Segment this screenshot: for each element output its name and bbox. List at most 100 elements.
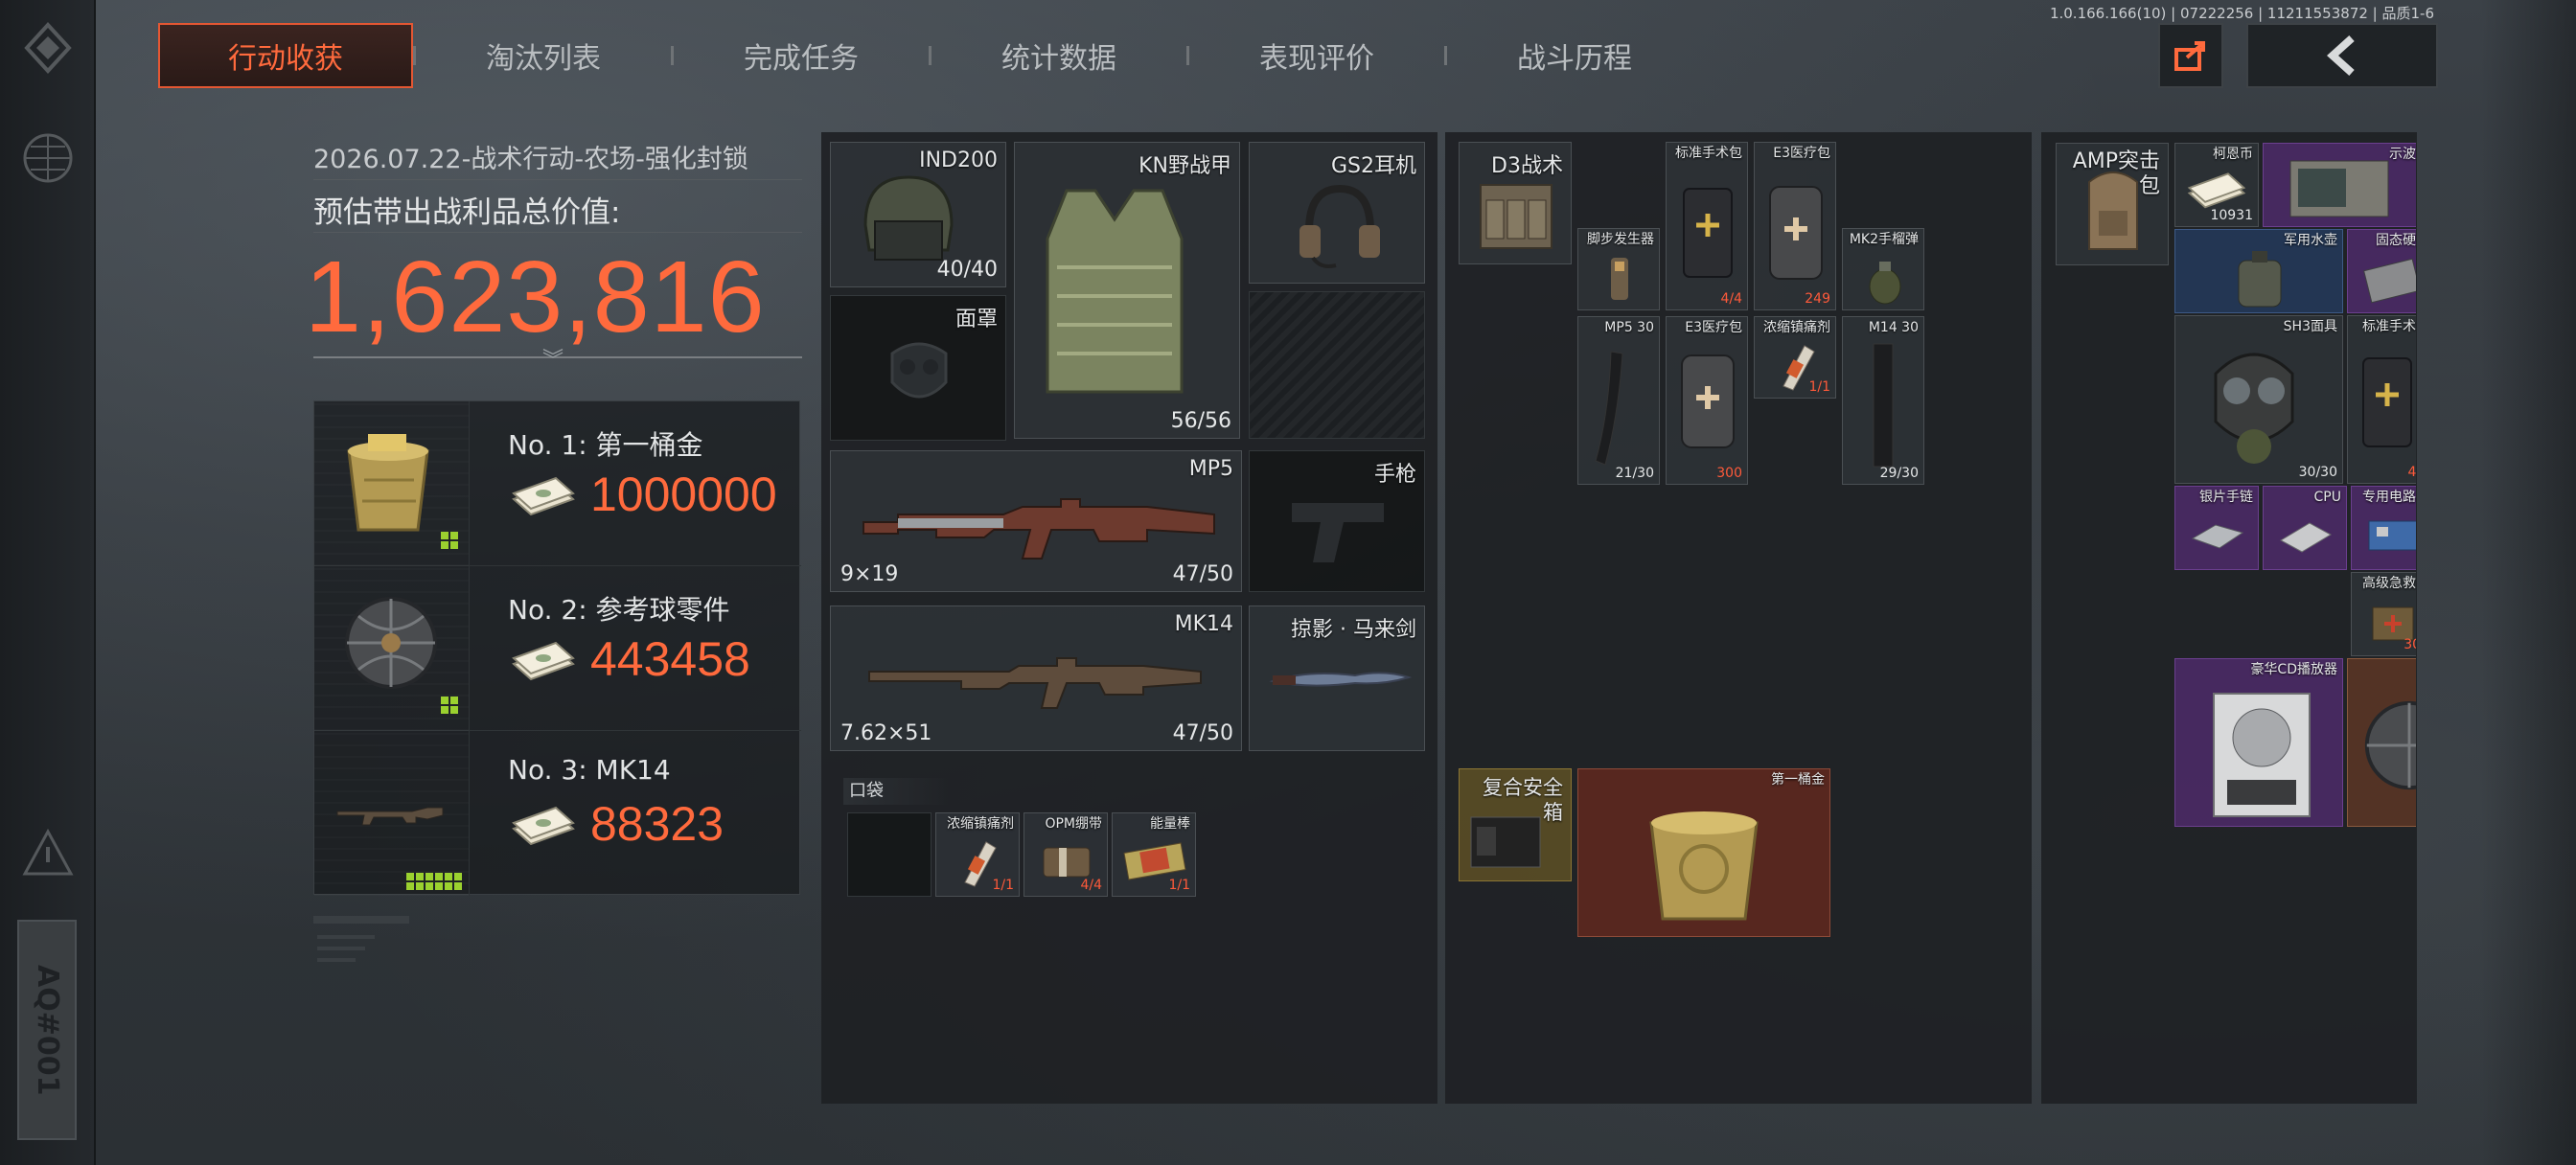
top-item-row[interactable]: No. 2: 参考球零件 443458 xyxy=(314,566,801,731)
slot-name: AMP突击包 xyxy=(2072,149,2160,198)
canteen-icon xyxy=(2238,251,2282,308)
item-name: MK2手榴弹 xyxy=(1849,232,1919,247)
backpack-item[interactable]: 军用水壶 xyxy=(2174,229,2343,313)
item-name: 银片手链 xyxy=(2199,490,2253,505)
rig-item[interactable]: 浓缩镇痛剂 1/1 xyxy=(1754,316,1836,399)
slot-durability: 40/40 xyxy=(936,258,998,282)
top-item-price: 88323 xyxy=(590,797,724,851)
backpack-slot[interactable]: AMP突击包 xyxy=(2056,143,2169,265)
energy-bar-icon xyxy=(1123,842,1186,880)
ssd-icon xyxy=(2363,258,2416,304)
tab-completed-tasks[interactable]: 完成任务 xyxy=(674,23,929,88)
top-item-name: No. 1: 第一桶金 xyxy=(508,429,703,461)
helmet-slot[interactable]: IND200 40/40 xyxy=(830,142,1006,287)
backpack-item[interactable]: 标准手术包 4/4 xyxy=(2347,315,2416,484)
rig-item[interactable]: E3医疗包 249 xyxy=(1754,142,1836,310)
size-grid xyxy=(441,532,458,549)
pocket-slot-empty[interactable] xyxy=(847,812,932,897)
item-name: 第一桶金 xyxy=(1771,772,1825,788)
right-shade xyxy=(2480,0,2576,1165)
backpack-item[interactable]: 示波器 xyxy=(2263,143,2416,227)
rig-item[interactable]: 脚步发生器 xyxy=(1577,228,1660,310)
gas-mask-outline-icon xyxy=(890,342,948,399)
backpack-item[interactable]: 豪华CD播放器 xyxy=(2174,658,2343,827)
item-count: 1/1 xyxy=(1168,878,1190,893)
primary-weapon-slot[interactable]: MP5 9×19 47/50 xyxy=(830,450,1242,592)
tab-statistics[interactable]: 统计数据 xyxy=(932,23,1186,88)
item-count: 30/30 xyxy=(2298,465,2337,480)
item-name: 豪华CD播放器 xyxy=(2250,662,2337,677)
rig-item[interactable]: M14 30 29/30 xyxy=(1842,316,1924,485)
rig-item[interactable]: 标准手术包 4/4 xyxy=(1666,142,1748,310)
oscilloscope-icon xyxy=(2289,160,2389,217)
backpack-item[interactable]: 固态硬盘 xyxy=(2347,229,2416,313)
backpack-item[interactable] xyxy=(2347,658,2416,827)
pocket-label: 口袋 xyxy=(843,778,949,805)
item-name: 能量棒 xyxy=(1150,816,1190,832)
pocket-slot[interactable]: 能量棒 1/1 xyxy=(1112,812,1196,897)
grenade-icon xyxy=(1869,262,1901,305)
total-value-label: 预估带出战利品总价值: xyxy=(313,195,621,230)
top-item-price: 443458 xyxy=(590,632,750,686)
pocket-slot[interactable]: 浓缩镇痛剂 1/1 xyxy=(935,812,1020,897)
safe-box-item[interactable]: 第一桶金 xyxy=(1577,768,1830,937)
cd-player-icon xyxy=(2213,693,2311,817)
backpack-item[interactable]: 银片手链 xyxy=(2174,486,2259,570)
backpack-item[interactable]: 专用电路板 xyxy=(2351,486,2416,570)
tab-label: 战斗历程 xyxy=(1517,42,1632,76)
item-name: 柯恩币 xyxy=(2213,147,2253,162)
pistol-slot[interactable]: 手枪 xyxy=(1249,450,1425,592)
rig-item[interactable]: MK2手榴弹 xyxy=(1842,228,1924,310)
item-count: 29/30 xyxy=(1879,466,1919,481)
tab-elimination-list[interactable]: 淘汰列表 xyxy=(416,23,671,88)
share-button[interactable] xyxy=(2158,23,2223,88)
ammo-type: 7.62×51 xyxy=(840,721,932,745)
gold-bucket-icon xyxy=(1649,811,1759,921)
divider xyxy=(313,232,802,233)
backpack-item[interactable]: 柯恩币 10931 xyxy=(2174,143,2259,227)
left-sidebar: AQ#001 xyxy=(0,0,96,1165)
tab-performance[interactable]: 表现评价 xyxy=(1189,23,1444,88)
ammo-count: 47/50 xyxy=(1172,562,1233,586)
pocket-slot[interactable]: OPM绷带 4/4 xyxy=(1024,812,1108,897)
item-name: 浓缩镇痛剂 xyxy=(1763,320,1830,335)
tab-label: 完成任务 xyxy=(744,42,859,76)
secondary-weapon-slot[interactable]: MK14 7.62×51 47/50 xyxy=(830,605,1242,751)
backpack-item[interactable]: CPU xyxy=(2263,486,2347,570)
surgery-kit-icon xyxy=(1683,188,1733,278)
back-button[interactable] xyxy=(2246,23,2438,88)
top-item-row[interactable]: No. 3: MK14 88323 xyxy=(314,731,801,896)
slot-name: 掠影 · 马来剑 xyxy=(1291,618,1416,642)
mission-info: 2026.07.22-战术行动-农场-强化封锁 xyxy=(313,145,748,174)
tab-battle-history[interactable]: 战斗历程 xyxy=(1447,23,1702,88)
rig-item[interactable]: E3医疗包 300 xyxy=(1666,316,1748,485)
chest-rig-icon xyxy=(1480,184,1552,249)
item-count: 1/1 xyxy=(1808,379,1830,395)
item-count: 21/30 xyxy=(1615,466,1654,481)
rifle-icon xyxy=(336,807,444,826)
cash-icon xyxy=(512,641,575,681)
top-items-list: No. 1: 第一桶金 1000000 No. 2: 参考球零件 443458 … xyxy=(313,400,801,896)
rig-slot[interactable]: D3战术 xyxy=(1459,142,1572,264)
top-item-row[interactable]: No. 1: 第一桶金 1000000 xyxy=(314,401,801,566)
armor-slot[interactable]: KN野战甲 56/56 xyxy=(1014,142,1240,439)
tab-action-harvest[interactable]: 行动收获 xyxy=(158,23,413,88)
sphere-part-icon xyxy=(2364,700,2416,790)
rig-item[interactable]: MP5 30 21/30 xyxy=(1577,316,1660,485)
medkit-icon xyxy=(1769,186,1823,280)
coin-cash-icon xyxy=(2187,172,2246,209)
item-count: 300 xyxy=(1716,466,1742,481)
mask-slot[interactable]: 面罩 xyxy=(830,295,1006,441)
melee-slot[interactable]: 掠影 · 马来剑 xyxy=(1249,605,1425,751)
gold-bucket-icon xyxy=(347,434,429,532)
backpack-item[interactable]: 高级急救包 300 xyxy=(2351,572,2416,656)
headset-slot[interactable]: GS2耳机 xyxy=(1249,142,1425,284)
item-count: 4/4 xyxy=(1080,878,1102,893)
gadget-icon xyxy=(1611,258,1628,300)
expand-chevron-icon[interactable]: ︾ xyxy=(542,343,564,374)
backpack-item[interactable]: SH3面具 30/30 xyxy=(2174,315,2343,484)
ammo-count: 47/50 xyxy=(1172,721,1233,745)
chevron-left-icon xyxy=(2327,35,2355,76)
safe-box-slot[interactable]: 复合安全箱 xyxy=(1459,768,1572,881)
item-name: 浓缩镇痛剂 xyxy=(947,816,1014,832)
